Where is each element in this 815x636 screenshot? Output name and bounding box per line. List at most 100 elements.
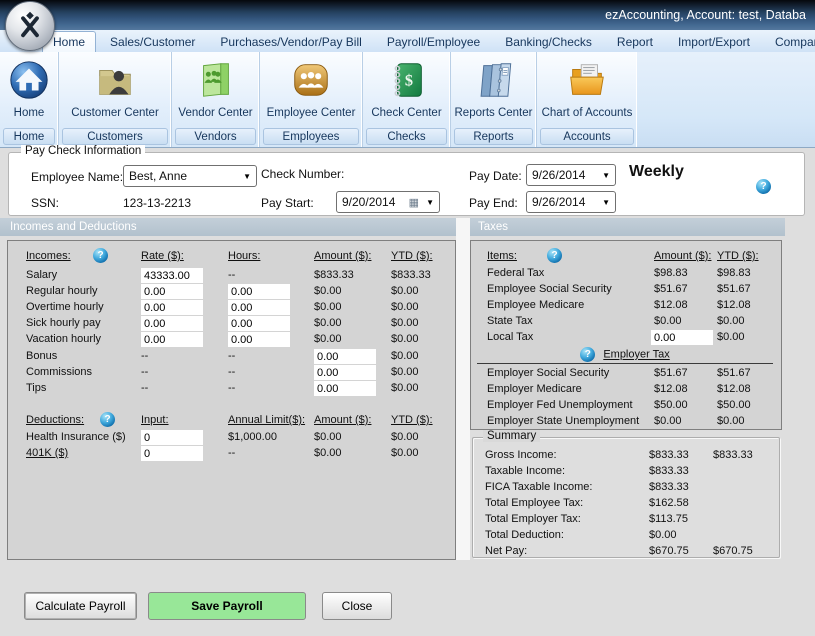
summary-row-total-employee-tax: Total Employee Tax: $162.58 <box>473 497 779 513</box>
ssn-value: 123-13-2213 <box>123 196 191 210</box>
pay-end-label: Pay End: <box>469 196 518 210</box>
401k-link[interactable]: 401K ($) <box>26 447 68 459</box>
pay-end-dropdown[interactable]: 9/26/2014 ▼ <box>526 191 616 213</box>
deduction-amount-column-header: Amount ($): <box>314 414 371 426</box>
employer-tax-divider: Employer Tax <box>477 347 773 364</box>
ribbon-check-center-button[interactable]: $ Check Center Checks <box>363 52 451 147</box>
sick-hourly-rate-input[interactable] <box>141 316 203 331</box>
chevron-down-icon: ▼ <box>598 198 610 207</box>
overtime-hourly-hours-input[interactable] <box>228 300 290 315</box>
bonus-amount-input[interactable] <box>314 349 376 364</box>
pay-start-datepicker[interactable]: 9/20/2014 ▦ ▼ <box>336 191 440 213</box>
home-icon <box>7 54 51 106</box>
input-column-header: Input: <box>141 414 169 426</box>
tax-row-employee-medicare: Employee Medicare $12.08 $12.08 <box>471 299 781 315</box>
tips-amount-input[interactable] <box>314 381 376 396</box>
panel-gap <box>456 218 470 560</box>
income-row-tips: Tips -- -- $0.00 <box>8 382 455 398</box>
check-center-icon: $ <box>385 54 429 106</box>
pay-start-label: Pay Start: <box>261 196 314 210</box>
income-row-regular-hourly: Regular hourly $0.00 $0.00 <box>8 285 455 301</box>
employee-name-dropdown[interactable]: Best, Anne ▼ <box>123 165 257 187</box>
window-title: ezAccounting, Account: test, Databa <box>605 8 806 22</box>
employer-tax-help-icon[interactable] <box>580 347 595 362</box>
paycheck-help-icon[interactable] <box>756 179 771 194</box>
tax-row-federal: Federal Tax $98.83 $98.83 <box>471 267 781 283</box>
tax-row-employer-social-security: Employer Social Security $51.67 $51.67 <box>471 367 781 383</box>
tax-row-employer-state-unemployment: Employer State Unemployment $0.00 $0.00 <box>471 415 781 431</box>
tab-sales-customer[interactable]: Sales/Customer <box>99 31 206 52</box>
app-logo-icon <box>13 9 47 43</box>
customer-center-icon <box>92 54 138 106</box>
pay-date-dropdown[interactable]: 9/26/2014 ▼ <box>526 164 616 186</box>
ribbon-customer-center-button[interactable]: Customer Center Customers <box>59 52 172 147</box>
tax-amount-column-header: Amount ($): <box>654 250 711 262</box>
ribbon-caption-customers: Customers <box>62 128 168 145</box>
regular-hourly-rate-input[interactable] <box>141 284 203 299</box>
salary-rate-input[interactable] <box>141 268 203 283</box>
taxes-help-icon[interactable] <box>547 248 562 263</box>
summary-row-total-employer-tax: Total Employer Tax: $113.75 <box>473 513 779 529</box>
commissions-amount-input[interactable] <box>314 365 376 380</box>
tab-purchases-vendor-pay-bill[interactable]: Purchases/Vendor/Pay Bill <box>209 31 372 52</box>
tab-banking-checks[interactable]: Banking/Checks <box>494 31 603 52</box>
vacation-hourly-rate-input[interactable] <box>141 332 203 347</box>
ribbon-vendor-center-button[interactable]: Vendor Center Vendors <box>172 52 260 147</box>
incomes-deductions-panel: Incomes: Rate ($): Hours: Amount ($): YT… <box>7 240 456 560</box>
ribbon-chart-of-accounts-button[interactable]: Chart of Accounts Accounts <box>537 52 637 147</box>
tax-ytd-column-header: YTD ($): <box>717 250 759 262</box>
summary-legend: Summary <box>483 430 540 442</box>
tax-row-state: State Tax $0.00 $0.00 <box>471 315 781 331</box>
summary-groupbox: Summary Gross Income: $833.33 $833.33 Ta… <box>472 437 780 558</box>
deduction-ytd-column-header: YTD ($): <box>391 414 433 426</box>
calculate-payroll-button[interactable]: Calculate Payroll <box>24 592 137 620</box>
reports-center-icon <box>472 54 516 106</box>
vacation-hourly-hours-input[interactable] <box>228 332 290 347</box>
tax-row-employee-social-security: Employee Social Security $51.67 $51.67 <box>471 283 781 299</box>
tax-row-local: Local Tax $0.00 <box>471 331 781 347</box>
deductions-column-header: Deductions: <box>26 414 84 426</box>
app-logo-button[interactable] <box>5 1 55 51</box>
pay-frequency-label: Weekly <box>629 163 684 181</box>
overtime-hourly-rate-input[interactable] <box>141 300 203 315</box>
ribbon-reports-center-button[interactable]: Reports Center Reports <box>451 52 537 147</box>
health-insurance-input[interactable] <box>141 430 203 445</box>
regular-hourly-hours-input[interactable] <box>228 284 290 299</box>
check-number-input[interactable] <box>359 165 459 183</box>
chevron-down-icon: ▼ <box>598 171 610 180</box>
deduction-row-401k: 401K ($) -- $0.00 $0.00 <box>8 447 455 463</box>
incomes-column-header: Incomes: <box>26 250 71 262</box>
paycheck-legend: Pay Check Information <box>21 145 145 157</box>
svg-text:$: $ <box>404 72 412 90</box>
tab-import-export[interactable]: Import/Export <box>667 31 761 52</box>
tab-report[interactable]: Report <box>606 31 664 52</box>
employee-center-icon <box>289 54 333 106</box>
check-number-label: Check Number: <box>261 167 344 181</box>
rate-column-header: Rate ($): <box>141 250 184 262</box>
local-tax-input[interactable] <box>651 330 713 345</box>
ribbon-caption-reports: Reports <box>454 128 533 145</box>
deductions-help-icon[interactable] <box>100 412 115 427</box>
sick-hourly-hours-input[interactable] <box>228 316 290 331</box>
summary-row-taxable-income: Taxable Income: $833.33 <box>473 465 779 481</box>
income-row-bonus: Bonus -- -- $0.00 <box>8 350 455 366</box>
close-button[interactable]: Close <box>322 592 392 620</box>
summary-row-net-pay: Net Pay: $670.75 $670.75 <box>473 545 779 561</box>
tab-payroll-employee[interactable]: Payroll/Employee <box>376 31 491 52</box>
hours-column-header: Hours: <box>228 250 260 262</box>
annual-limit-column-header: Annual Limit($): <box>228 414 305 426</box>
401k-input[interactable] <box>141 446 203 461</box>
tab-company[interactable]: Company <box>764 31 815 52</box>
incomes-help-icon[interactable] <box>93 248 108 263</box>
income-row-sick-hourly-pay: Sick hourly pay $0.00 $0.00 <box>8 317 455 333</box>
ribbon-home-button[interactable]: Home Home <box>0 52 59 147</box>
summary-row-total-deduction: Total Deduction: $0.00 <box>473 529 779 545</box>
ezaccounting-window: { "window": { "title": "ezAccounting, Ac… <box>0 0 815 636</box>
income-row-overtime-hourly: Overtime hourly $0.00 $0.00 <box>8 301 455 317</box>
ribbon-caption-vendors: Vendors <box>175 128 256 145</box>
save-payroll-button[interactable]: Save Payroll <box>148 592 306 620</box>
incomes-section-header: Incomes and Deductions <box>0 218 456 236</box>
ribbon-caption-home: Home <box>3 128 55 145</box>
ribbon-employee-center-button[interactable]: Employee Center Employees <box>260 52 363 147</box>
ribbon-caption-employees: Employees <box>263 128 359 145</box>
